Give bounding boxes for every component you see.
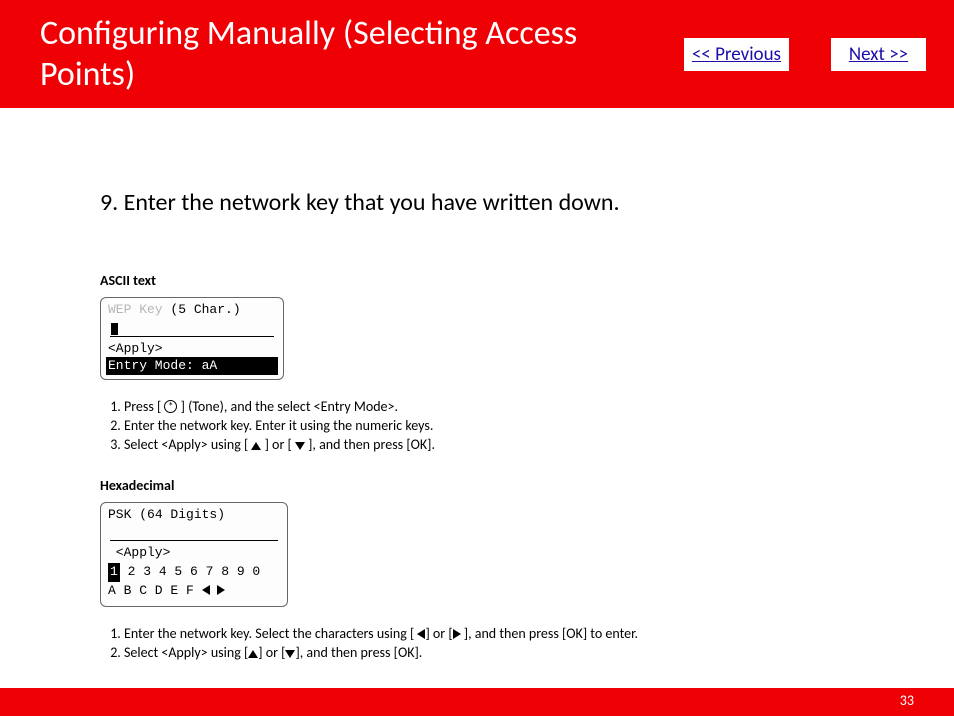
lcd-text: A B C D E F [108, 583, 194, 598]
lcd-text: <Apply> [106, 340, 278, 358]
step-text: ], and then press [OK]. [305, 436, 435, 453]
step-text: Select <Apply> using [ [124, 644, 248, 661]
ascii-steps: Press [ ] (Tone), and the select <Entry … [110, 398, 914, 453]
header-bar: Configuring Manually (Selecting Access P… [0, 0, 954, 108]
triangle-left-icon [202, 585, 210, 595]
step-item: Press [ ] (Tone), and the select <Entry … [124, 398, 914, 415]
triangle-up-icon [251, 442, 261, 450]
step-text: ], and then press [OK] to enter. [461, 625, 638, 642]
ascii-lcd: WEP Key (5 Char.) <Apply> Entry Mode: aA [100, 297, 284, 380]
next-button[interactable]: Next >> [831, 38, 926, 71]
triangle-up-icon [248, 650, 258, 658]
step-text: ] or [ [258, 644, 285, 661]
step-item: Select <Apply> using [ ] or [ ], and then … [124, 644, 914, 661]
step-text: ] or [ [261, 436, 295, 453]
triangle-down-icon [285, 650, 295, 658]
step-text: ] (Tone), and the select <Entry Mode>. [177, 398, 398, 415]
step-item: Enter the network key. Enter it using th… [124, 417, 914, 434]
lcd-text: 1 [108, 563, 120, 582]
step-text: Enter the network key. Select the charac… [124, 625, 417, 642]
step-text: Press [ [124, 398, 164, 415]
lcd-text: WEP Key [108, 302, 170, 317]
hex-label: Hexadecimal [100, 477, 914, 494]
triangle-right-icon [453, 629, 461, 639]
lcd-text: <Apply> [106, 544, 282, 563]
page-number: 33 [900, 692, 914, 709]
cursor-icon [111, 323, 118, 335]
hex-steps: Enter the network key. Select the charac… [110, 625, 914, 661]
lcd-text: Entry Mode: aA [106, 357, 278, 375]
lcd-text: (5 Char.) [170, 302, 240, 317]
triangle-down-icon [295, 442, 305, 450]
content-area: 9. Enter the network key that you have w… [0, 108, 954, 661]
hex-lcd: PSK (64 Digits) <Apply> 1 2 3 4 5 6 7 8 … [100, 502, 288, 607]
lcd-text: 2 3 4 5 6 7 8 9 0 [120, 564, 260, 579]
footer-bar: 33 [0, 688, 954, 716]
step-heading: 9. Enter the network key that you have w… [100, 188, 914, 217]
step-text: Select <Apply> using [ [124, 436, 251, 453]
page-title: Configuring Manually (Selecting Access P… [40, 13, 664, 95]
previous-button[interactable]: << Previous [684, 38, 789, 71]
triangle-right-icon [217, 585, 225, 595]
tone-icon [164, 400, 177, 413]
step-item: Enter the network key. Select the charac… [124, 625, 914, 642]
ascii-label: ASCII text [100, 272, 914, 289]
lcd-text: (64 Digits) [139, 507, 225, 522]
step-text: ], and then press [OK]. [295, 644, 422, 661]
step-text: ] or [ [425, 625, 452, 642]
lcd-text: PSK [108, 507, 139, 522]
step-item: Select <Apply> using [ ] or [ ], and the… [124, 436, 914, 453]
